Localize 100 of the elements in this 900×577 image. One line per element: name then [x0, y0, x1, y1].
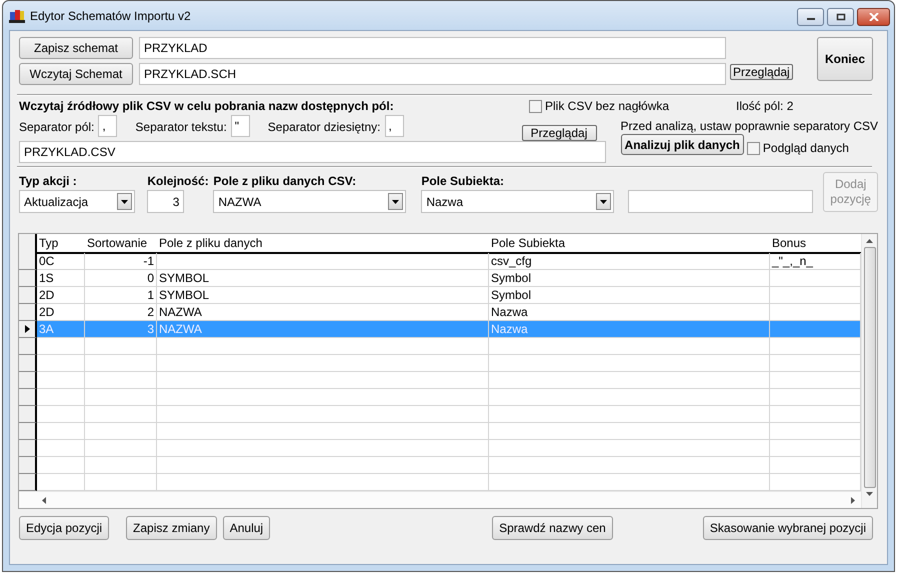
table-cell: csv_cfg: [489, 253, 770, 270]
table-cell: 1: [85, 287, 157, 304]
row-header[interactable]: [19, 304, 37, 321]
row-header[interactable]: [19, 406, 37, 423]
row-header[interactable]: [19, 321, 37, 338]
table-row[interactable]: 0C -1 csv_cfg _"_,_n_: [19, 253, 861, 270]
table-cell: 2D: [37, 287, 85, 304]
browse-button[interactable]: Przeglądaj: [730, 64, 793, 80]
table-cell: SYMBOL: [157, 270, 489, 287]
grid-corner: [19, 234, 37, 254]
row-header[interactable]: [19, 287, 37, 304]
row-header[interactable]: [19, 457, 37, 474]
table-cell: 3: [85, 321, 157, 338]
field-label: Pole Subiekta:: [421, 173, 506, 190]
separator-label: Separator dziesiętny:: [268, 118, 381, 134]
horizontal-scrollbar[interactable]: [19, 491, 861, 508]
table-cell: Symbol: [489, 270, 770, 287]
table-cell: [37, 355, 85, 372]
table-cell: SYMBOL: [157, 287, 489, 304]
checkbox-label: Podgląd danych: [762, 141, 849, 155]
action-button[interactable]: Skasowanie wybranej pozycji: [702, 516, 873, 540]
table-cell: [37, 457, 85, 474]
table-cell: [37, 423, 85, 440]
separator-label: Separator pól:: [19, 118, 94, 134]
separator-field[interactable]: ": [230, 115, 250, 137]
table-cell: Symbol: [489, 287, 770, 304]
maximize-button[interactable]: [827, 8, 854, 26]
table-cell: [37, 389, 85, 406]
maximize-icon: [836, 13, 846, 21]
dropdown[interactable]: Nazwa: [421, 190, 614, 213]
app-icon: [9, 8, 25, 24]
row-header[interactable]: [19, 474, 37, 491]
row-header[interactable]: [19, 372, 37, 389]
browse-button[interactable]: Przeglądaj: [522, 125, 597, 141]
row-header[interactable]: [19, 355, 37, 372]
close-icon: [868, 13, 878, 21]
action-button[interactable]: Zapisz zmiany: [126, 516, 217, 540]
dropdown-arrow-icon: [600, 200, 608, 204]
table-cell: [85, 440, 157, 457]
checkbox-label: Plik CSV bez nagłówka: [545, 99, 670, 113]
dropdown[interactable]: Aktualizacja: [19, 190, 136, 213]
separator-field[interactable]: ,: [384, 115, 404, 137]
table-cell: [37, 406, 85, 423]
row-header[interactable]: [19, 389, 37, 406]
csv-path-field[interactable]: PRZYKLAD.CSV: [19, 141, 606, 163]
table-cell: [85, 406, 157, 423]
action-button[interactable]: Sprawdź nazwy cen: [492, 516, 613, 540]
table-row[interactable]: 2D 1 SYMBOL Symbol: [19, 287, 861, 304]
text-field[interactable]: [628, 190, 814, 213]
row-header[interactable]: [19, 270, 37, 287]
checkbox[interactable]: [529, 100, 542, 112]
vertical-scrollbar[interactable]: [861, 234, 877, 508]
dropdown-arrow-icon: [392, 200, 400, 204]
table-cell: [85, 372, 157, 389]
table-cell: -1: [85, 253, 157, 270]
row-header[interactable]: [19, 338, 37, 355]
section-heading: Wczytaj źródłowy plik CSV w celu pobrania nazw dostępnych pól:: [19, 99, 395, 113]
table-cell: [37, 372, 85, 389]
checkbox[interactable]: [746, 142, 760, 154]
dropdown[interactable]: NAZWA: [213, 190, 406, 213]
row-header[interactable]: [19, 440, 37, 457]
table-cell: [85, 355, 157, 372]
field-label: Pole z pliku danych CSV:: [213, 173, 358, 190]
save-schema-button[interactable]: Zapisz schemat: [19, 37, 133, 59]
schema-path-field[interactable]: PRZYKLAD.SCH: [139, 63, 726, 85]
table-cell: [85, 423, 157, 440]
exit-button[interactable]: Koniec: [817, 37, 873, 81]
dropdown-arrow-icon: [121, 200, 128, 204]
table-cell: Nazwa: [489, 321, 770, 338]
scroll-right-icon: [851, 496, 855, 504]
field-label: Typ akcji :: [19, 173, 78, 190]
order-field[interactable]: 3: [147, 190, 184, 213]
table-cell: [37, 338, 85, 355]
row-header[interactable]: [19, 423, 37, 440]
field-count: Ilość pól: 2: [736, 99, 794, 113]
table-cell: [85, 389, 157, 406]
table-cell: 0: [85, 270, 157, 287]
scroll-thumb[interactable]: [864, 247, 876, 488]
row-pointer-icon: [24, 325, 30, 333]
hint-text: Przed analizą, ustaw poprawnie separatory CSV: [620, 119, 878, 133]
table-cell: 3A: [37, 321, 85, 338]
analyze-button[interactable]: Analizuj plik danych: [620, 134, 744, 155]
row-header[interactable]: [19, 253, 37, 270]
scroll-down-icon: [866, 492, 873, 496]
minimize-button[interactable]: [797, 8, 824, 26]
load-schema-button[interactable]: Wczytaj Schemat: [19, 63, 133, 85]
table-cell: [85, 457, 157, 474]
table-cell: 1S: [37, 270, 85, 287]
table-cell: [85, 338, 157, 355]
table-cell: [37, 440, 85, 457]
action-button[interactable]: Anuluj: [222, 516, 270, 540]
schema-name-field[interactable]: PRZYKLAD: [139, 37, 726, 59]
close-button[interactable]: [857, 8, 890, 26]
table-cell: NAZWA: [157, 321, 489, 338]
separator-field[interactable]: ,: [98, 115, 118, 137]
field-label: Kolejność:: [147, 173, 206, 190]
scroll-up-icon: [866, 239, 873, 243]
table-row[interactable]: 1S 0 SYMBOL Symbol: [19, 270, 861, 287]
scroll-left-icon: [42, 496, 46, 504]
action-button[interactable]: Edycja pozycji: [19, 516, 110, 540]
